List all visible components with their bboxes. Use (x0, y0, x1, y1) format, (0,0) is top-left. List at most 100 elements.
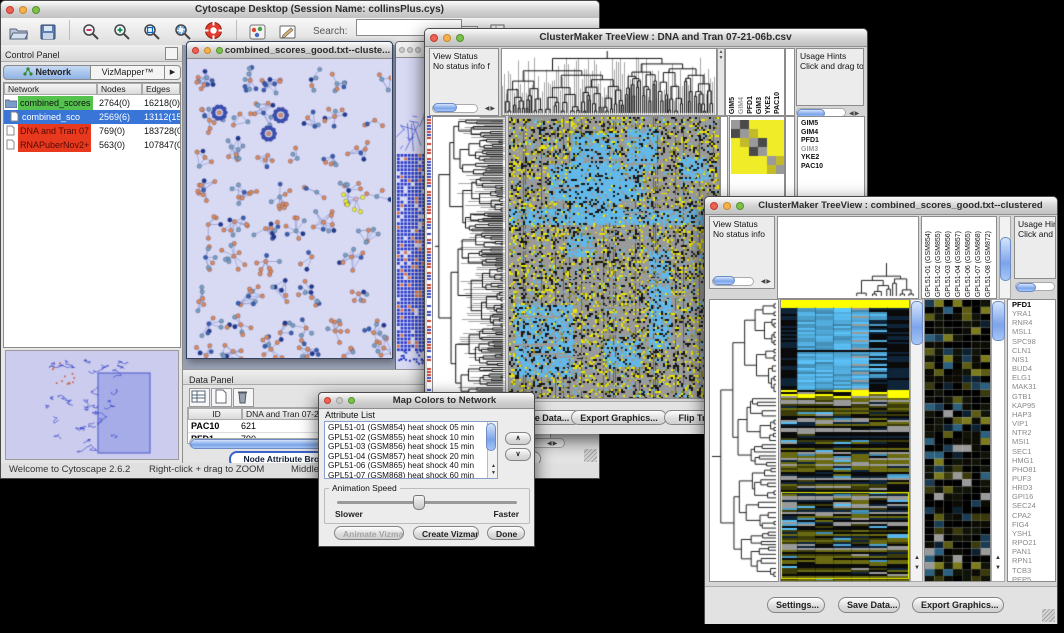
network-list-row[interactable]: combined_scores2764(0)16218(0) (4, 96, 180, 110)
scroll-arrows-icon[interactable]: ◀▶ (485, 105, 496, 112)
move-down-button[interactable]: ∨ (505, 448, 531, 461)
minimize-icon[interactable] (443, 34, 451, 42)
network-graph-canvas[interactable] (188, 59, 391, 358)
tv1-usage-hints: Usage HintsClick and drag to (796, 48, 864, 106)
close-icon[interactable] (6, 6, 14, 14)
zoom-window-icon[interactable] (32, 6, 40, 14)
zoom-window-icon[interactable] (216, 47, 223, 54)
attribute-list-item[interactable]: GPL51-01 (GSM854) heat shock 05 min (325, 423, 485, 433)
col-edges[interactable]: Edges (142, 83, 180, 95)
attribute-list-item[interactable]: GPL51-02 (GSM855) heat shock 10 min (325, 433, 485, 443)
tab-vizmapper[interactable]: VizMapper™ (91, 65, 165, 80)
attribute-list-item[interactable]: GPL51-04 (GSM857) heat shock 20 min (325, 452, 485, 462)
tv2-expression-heatmap[interactable] (780, 299, 910, 582)
animation-speed-slider[interactable] (337, 501, 517, 504)
status-scrollbar-thumb[interactable] (713, 276, 735, 285)
resize-grip[interactable] (1042, 609, 1055, 622)
minimize-icon[interactable] (204, 47, 211, 54)
move-up-button[interactable]: ∧ (505, 432, 531, 445)
birds-eye-view[interactable] (5, 350, 179, 460)
main-titlebar[interactable]: Cytoscape Desktop (Session Name: collins… (1, 1, 599, 19)
export-graphics-button[interactable]: Export Graphics... (912, 597, 1004, 613)
tv1-cluster-heatmap[interactable] (508, 116, 720, 399)
close-icon[interactable] (399, 47, 405, 53)
minimize-icon[interactable] (19, 6, 27, 14)
export-graphics-button[interactable]: Export Graphics... (571, 410, 667, 425)
network-view-titlebar[interactable]: combined_scores_good.txt--cluste... (187, 42, 392, 59)
treeview1-titlebar[interactable]: ClusterMaker TreeView : DNA and Tran 07-… (425, 29, 867, 47)
status-scrollbar-thumb[interactable] (433, 103, 457, 112)
zoom-window-icon[interactable] (456, 34, 464, 42)
tv2-column-dendrogram[interactable] (777, 216, 919, 299)
close-icon[interactable] (324, 397, 331, 404)
zoom-window-icon[interactable] (348, 397, 355, 404)
save-icon[interactable] (40, 24, 56, 45)
close-icon[interactable] (192, 47, 199, 54)
select-attributes-icon[interactable] (189, 388, 210, 407)
zoom-window-icon[interactable] (736, 202, 744, 210)
dialog-titlebar[interactable]: Map Colors to Network (319, 393, 534, 409)
slider-thumb[interactable] (413, 495, 425, 510)
animate-vizmap-button[interactable]: Animate Vizmap (334, 526, 404, 540)
attribute-list[interactable]: GPL51-01 (GSM854) heat shock 05 minGPL51… (324, 421, 498, 479)
network-list-row[interactable]: DNA and Tran 07769(0)183728(0) (4, 124, 180, 138)
attribute-list-item[interactable]: GPL51-07 (GSM868) heat shock 60 min (325, 471, 485, 480)
zoom-selected-icon[interactable] (143, 23, 161, 45)
tv1-label-scroll-strip[interactable] (785, 48, 795, 116)
scroll-down-icon[interactable]: ▼ (491, 470, 496, 476)
scroll-down-icon[interactable]: ▼ (995, 565, 1001, 571)
tv2-zoom-vscrollbar[interactable] (991, 299, 1005, 582)
scroll-up-icon[interactable]: ▲ (995, 555, 1001, 561)
dense-network-canvas[interactable] (396, 58, 427, 370)
network-list-row[interactable]: combined_sco2569(6)13112(15) (4, 110, 180, 124)
scroll-down-icon[interactable]: ▼ (914, 565, 920, 571)
save-data-button[interactable]: Save Data... (838, 597, 900, 613)
tv2-usage-scroll-thumb[interactable] (1016, 283, 1036, 292)
network-list-row[interactable]: RNAPuberNov2+563(0)107847(0) (4, 138, 180, 152)
col-network[interactable]: Network (4, 83, 97, 95)
attribute-list-item[interactable]: GPL51-03 (GSM856) heat shock 15 min (325, 442, 485, 452)
scroll-up-icon[interactable]: ▲ (914, 555, 920, 561)
open-file-icon[interactable] (9, 24, 28, 45)
tv1-column-dendrogram[interactable] (501, 48, 717, 116)
gene-column-label: GIM4 (737, 97, 746, 114)
tv2-row-dendrogram[interactable] (709, 299, 779, 582)
gene-column-label: PAC10 (773, 92, 782, 114)
gene-label: PFD1 (1010, 300, 1055, 309)
treeview2-titlebar[interactable]: ClusterMaker TreeView : combined_scores_… (705, 197, 1057, 215)
zoom-out-icon[interactable] (82, 23, 100, 45)
resize-grip[interactable] (584, 449, 597, 462)
tv2-column-scroll-thumb[interactable] (1000, 237, 1011, 281)
network2-titlebar[interactable] (396, 42, 427, 58)
zoom-window-icon[interactable] (415, 47, 421, 53)
scroll-arrows-icon[interactable]: ◀▶ (761, 278, 772, 285)
tab-network[interactable]: Network (3, 65, 91, 80)
zoom-in-icon[interactable] (113, 23, 131, 45)
minimize-icon[interactable] (336, 397, 343, 404)
scroll-up-icon[interactable]: ▲ (491, 463, 496, 469)
tv2-zoom-heatmap[interactable] (924, 299, 991, 582)
attribute-list-item[interactable]: GPL51-06 (GSM865) heat shock 40 min (325, 461, 485, 471)
network-view-title: combined_scores_good.txt--cluste... (223, 45, 392, 56)
overview-canvas[interactable] (6, 351, 178, 459)
new-attribute-icon[interactable] (211, 388, 232, 407)
tv1-column-scroll-strip[interactable]: ▲▼ (717, 48, 725, 116)
scroll-left-icon[interactable]: ◀▶ (547, 440, 558, 447)
data-col-id[interactable]: ID (188, 408, 242, 420)
create-vizmap-button[interactable]: Create Vizmap (413, 526, 479, 540)
settings-button[interactable]: Settings... (767, 597, 825, 613)
close-icon[interactable] (430, 34, 438, 42)
minimize-icon[interactable] (407, 47, 413, 53)
tv1-row-dendrogram[interactable] (432, 116, 506, 399)
tab-overflow-button[interactable]: ▶ (165, 65, 181, 80)
col-nodes[interactable]: Nodes (97, 83, 142, 95)
delete-attribute-icon[interactable] (233, 388, 254, 407)
tv2-heatmap-scroll-thumb[interactable] (911, 301, 923, 345)
done-button[interactable]: Done (487, 526, 525, 540)
float-panel-icon[interactable] (165, 47, 178, 60)
minimize-icon[interactable] (723, 202, 731, 210)
tv2-zoom-scroll-thumb[interactable] (992, 301, 1005, 341)
attribute-list-scroll-thumb[interactable] (486, 423, 496, 451)
close-icon[interactable] (710, 202, 718, 210)
similarity-matrix-canvas[interactable] (731, 120, 785, 174)
